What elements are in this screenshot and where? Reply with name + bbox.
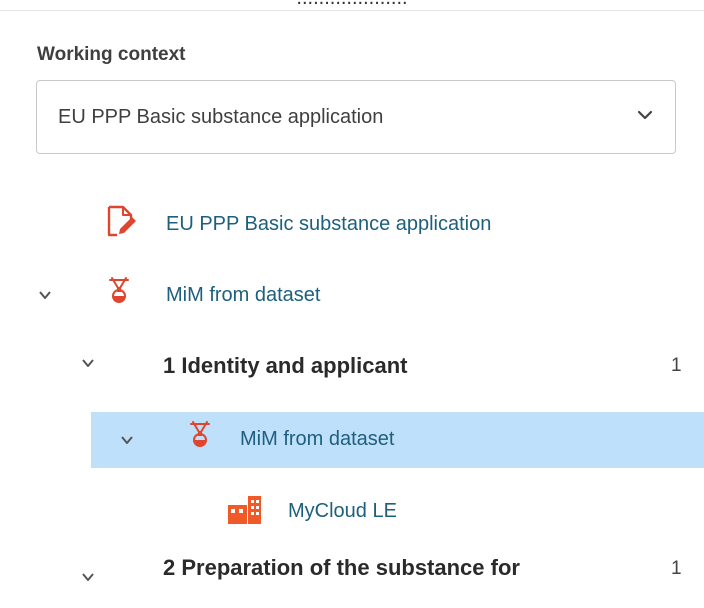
working-context-label: Working context	[37, 44, 186, 65]
tree-item-legal-entity[interactable]: MyCloud LE	[0, 482, 704, 538]
chevron-down-icon[interactable]	[37, 287, 53, 303]
chevron-down-icon[interactable]	[80, 569, 96, 585]
working-context-value: EU PPP Basic substance application	[58, 106, 384, 128]
section-count: 1	[671, 558, 682, 579]
section-count: 1	[671, 355, 682, 376]
legal-entity-building-icon	[228, 496, 261, 524]
tree-item-label: MiM from dataset	[240, 428, 395, 450]
chevron-down-icon[interactable]	[119, 432, 135, 448]
working-context-select[interactable]: EU PPP Basic substance application	[36, 80, 676, 154]
tree-item-section-2[interactable]: 2 Preparation of the substance for 1	[0, 552, 704, 608]
tree-item-label: EU PPP Basic substance application	[166, 213, 492, 235]
tree-item-dossier[interactable]: EU PPP Basic substance application	[0, 198, 704, 254]
edit-document-icon	[107, 205, 136, 237]
divider	[0, 10, 704, 11]
clipped-header-text: ....................	[0, 0, 704, 9]
tree-item-section-1[interactable]: 1 Identity and applicant 1	[0, 338, 704, 394]
tree-item-mim-child-selected[interactable]: MiM from dataset	[91, 412, 704, 468]
chevron-down-icon	[637, 110, 653, 120]
mixture-flask-icon	[109, 277, 129, 303]
section-title: 2 Preparation of the substance for	[163, 555, 520, 580]
mixture-flask-icon	[190, 421, 210, 447]
tree-item-label: MiM from dataset	[166, 284, 321, 306]
tree-item-mim-root[interactable]: MiM from dataset	[0, 268, 704, 324]
chevron-down-icon[interactable]	[80, 355, 96, 371]
tree-item-label: MyCloud LE	[288, 500, 397, 522]
section-title: 1 Identity and applicant	[163, 353, 408, 378]
